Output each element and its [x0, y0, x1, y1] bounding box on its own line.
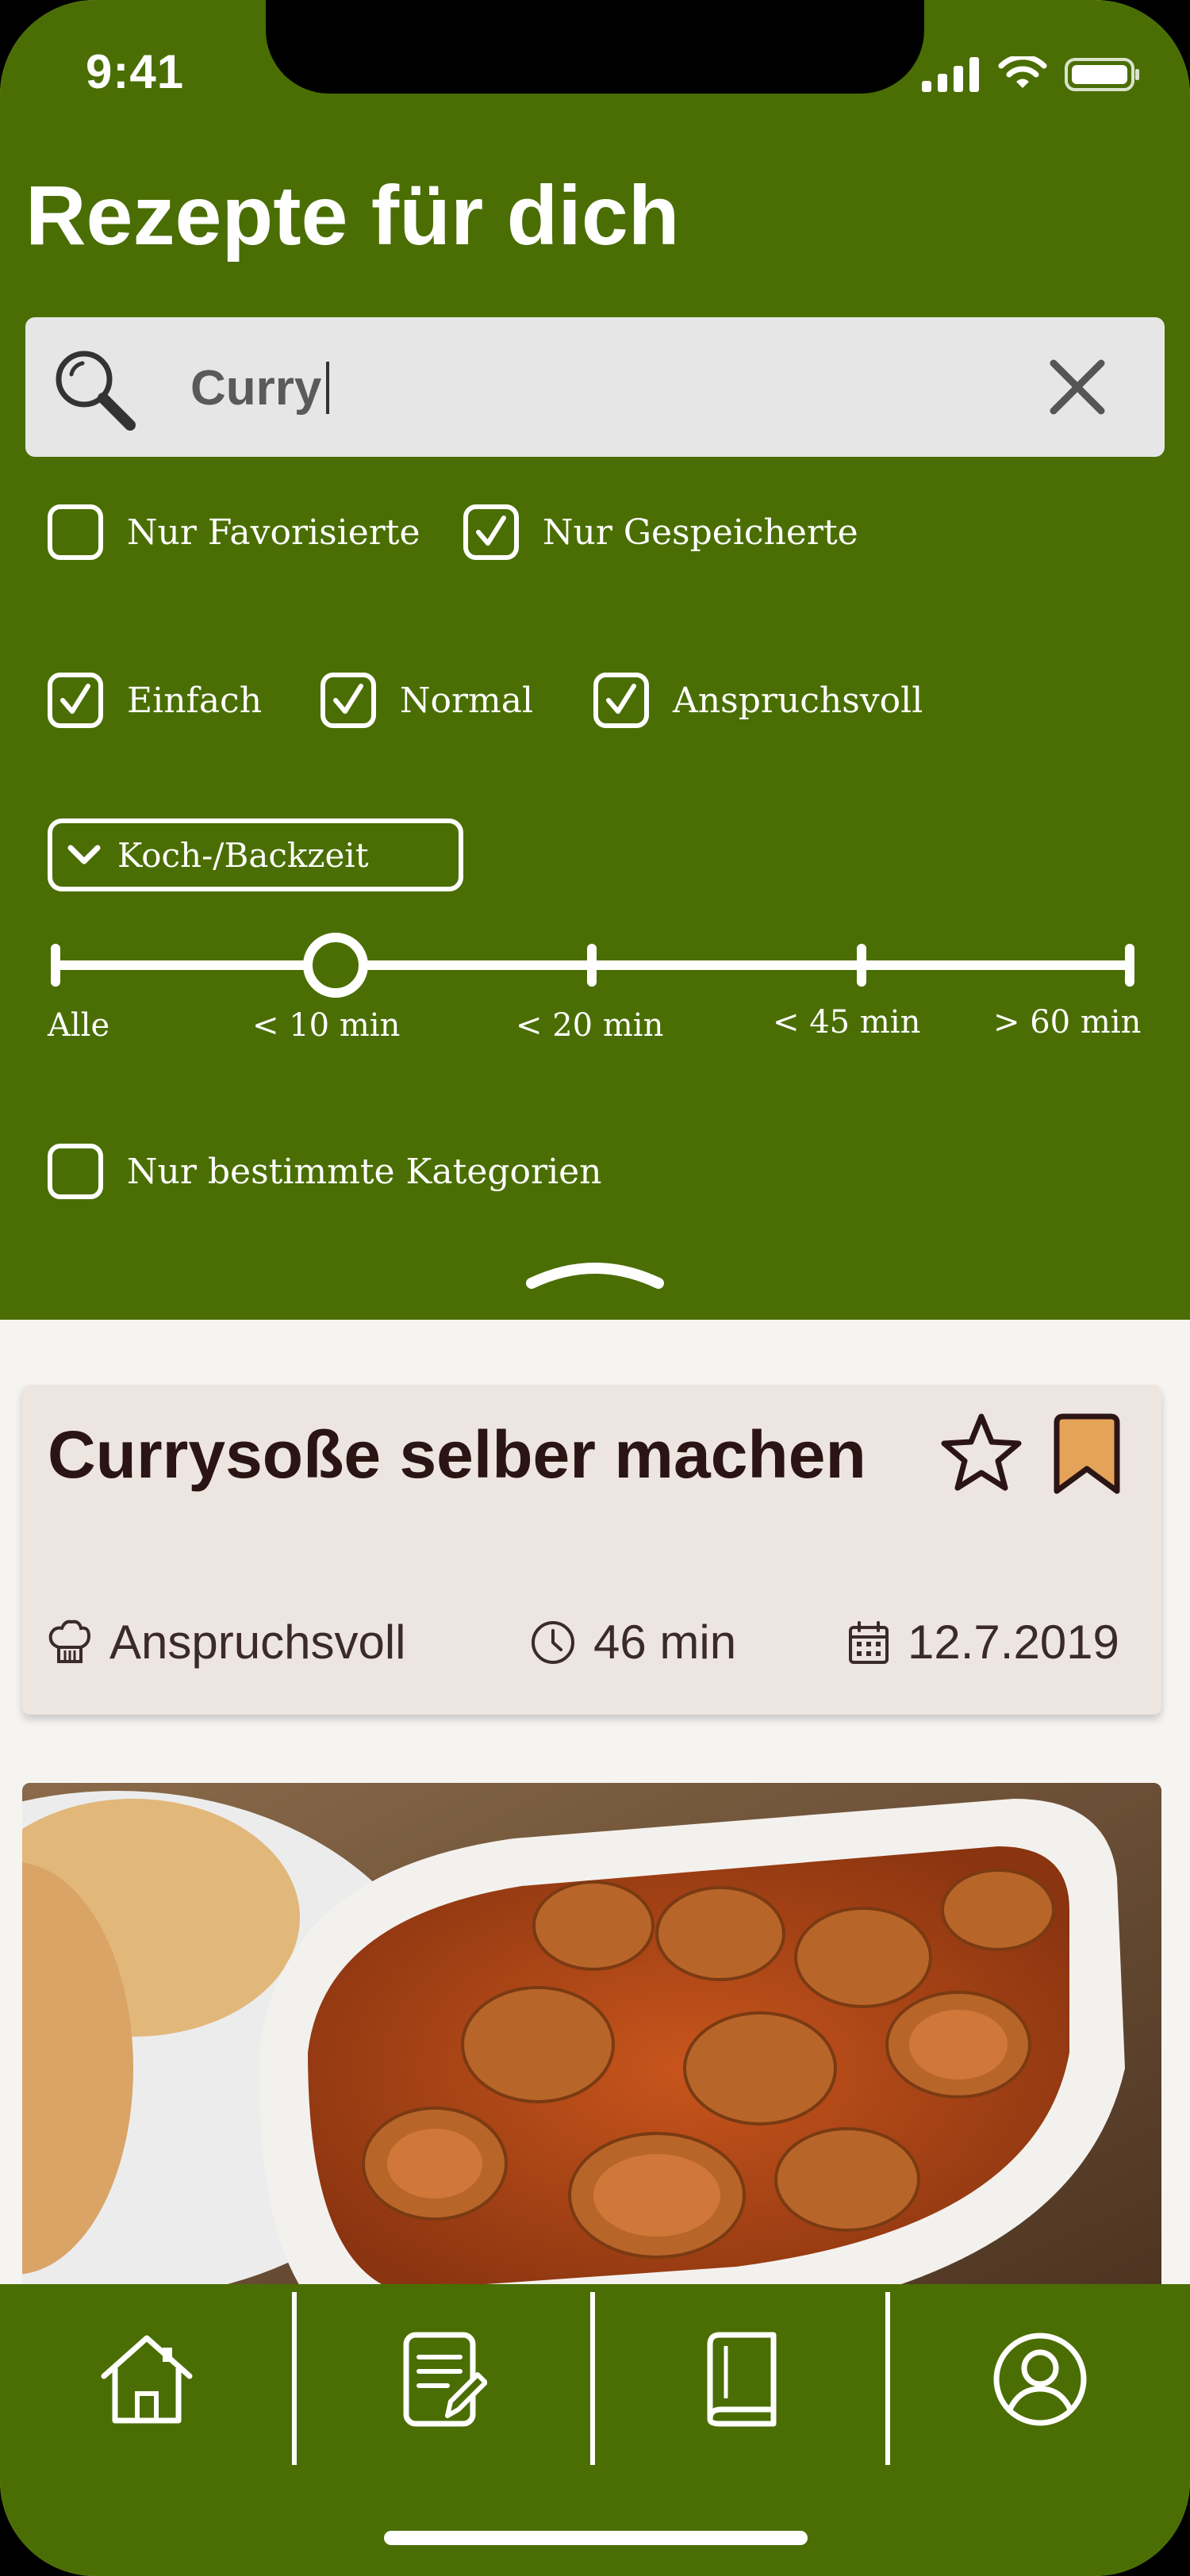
checkbox-only-saved[interactable]: Nur Gespeicherte [463, 504, 858, 560]
checkbox-box [321, 673, 376, 728]
checkbox-box [463, 504, 519, 560]
checkbox-label: Nur bestimmte Kategorien [127, 1151, 602, 1192]
book-icon [707, 2332, 777, 2427]
checkbox-only-categories[interactable]: Nur bestimmte Kategorien [48, 1144, 602, 1199]
calendar-icon [849, 1620, 889, 1664]
check-icon [476, 516, 506, 546]
tab-recipes[interactable] [297, 2284, 590, 2474]
wifi-icon [998, 56, 1047, 88]
checkbox-label: Einfach [127, 680, 263, 721]
recipe-duration: 46 min [530, 1615, 736, 1669]
app-screen: 9:41 Rezepte für dich Curry Nur Favorisi… [0, 0, 1190, 2576]
slider-label-45: < 45 min [773, 1004, 921, 1041]
star-icon[interactable] [938, 1410, 1025, 1497]
recipe-date: 12.7.2019 [847, 1615, 1119, 1669]
slider-tick [51, 944, 60, 987]
checkbox-label: Nur Favorisierte [127, 512, 420, 553]
device-notch [266, 0, 924, 94]
slider-tick [587, 944, 597, 987]
clock-icon [532, 1620, 574, 1664]
recipe-duration-text: 46 min [593, 1616, 737, 1669]
checkbox-label: Anspruchsvoll [673, 680, 923, 721]
check-icon [333, 684, 363, 714]
page-title: Rezepte für dich [25, 169, 680, 263]
time-slider-thumb[interactable] [303, 933, 368, 998]
check-icon [606, 684, 636, 714]
battery-icon [1065, 58, 1139, 91]
close-icon[interactable] [1046, 355, 1109, 419]
currywurst-image [22, 1783, 1161, 2338]
checkbox-normal[interactable]: Normal [321, 673, 533, 728]
home-indicator [384, 2531, 808, 2545]
checkbox-einfach[interactable]: Einfach [48, 673, 262, 728]
filter-header: 9:41 Rezepte für dich Curry Nur Favorisi… [0, 0, 1190, 1320]
checkbox-box [48, 673, 103, 728]
checkbox-box [48, 504, 103, 560]
status-icons [922, 51, 1141, 98]
search-icon [56, 351, 136, 431]
recipe-title: Currysoße selber machen [48, 1417, 866, 1492]
slider-label-60: > 60 min [993, 1004, 1142, 1041]
search-input[interactable]: Curry [190, 352, 330, 424]
recipe-photo[interactable] [22, 1783, 1161, 2338]
tab-profile[interactable] [890, 2284, 1190, 2474]
tab-cookbook[interactable] [595, 2284, 889, 2474]
signal-icon [922, 57, 979, 92]
slider-label-20: < 20 min [516, 1007, 664, 1044]
chevron-up-icon[interactable] [524, 1253, 666, 1293]
recipe-date-text: 12.7.2019 [908, 1616, 1119, 1669]
search-input-value: Curry [190, 360, 322, 416]
recipe-card[interactable]: Currysoße selber machen Anspruchsvoll 46… [22, 1385, 1161, 1715]
home-icon [101, 2335, 193, 2424]
slider-label-alle: Alle [48, 1007, 110, 1044]
checkbox-box [593, 673, 649, 728]
check-icon [60, 684, 90, 714]
status-time: 9:41 [86, 45, 185, 98]
dropdown-label: Koch-/Backzeit [117, 835, 369, 875]
chef-hat-icon [48, 1620, 91, 1663]
recipe-difficulty: Anspruchsvoll [48, 1615, 406, 1669]
checkbox-box [48, 1144, 103, 1199]
checkbox-label: Nur Gespeicherte [543, 512, 858, 553]
slider-label-10: < 10 min [252, 1007, 401, 1044]
notepad-icon [403, 2332, 487, 2427]
slider-tick [1125, 944, 1134, 987]
profile-icon [993, 2333, 1087, 2426]
tab-bar [0, 2284, 1190, 2576]
bookmark-icon[interactable] [1049, 1412, 1125, 1497]
time-dropdown[interactable]: Koch-/Backzeit [48, 818, 463, 891]
checkbox-anspruchsvoll[interactable]: Anspruchsvoll [593, 673, 923, 728]
checkbox-only-favorites[interactable]: Nur Favorisierte [48, 504, 420, 560]
recipe-difficulty-text: Anspruchsvoll [109, 1616, 406, 1669]
search-bar[interactable]: Curry [25, 317, 1165, 457]
tab-home[interactable] [0, 2284, 294, 2474]
slider-tick [857, 944, 866, 987]
text-caret [326, 362, 330, 414]
chevron-down-icon [67, 845, 101, 864]
checkbox-label: Normal [400, 680, 534, 721]
